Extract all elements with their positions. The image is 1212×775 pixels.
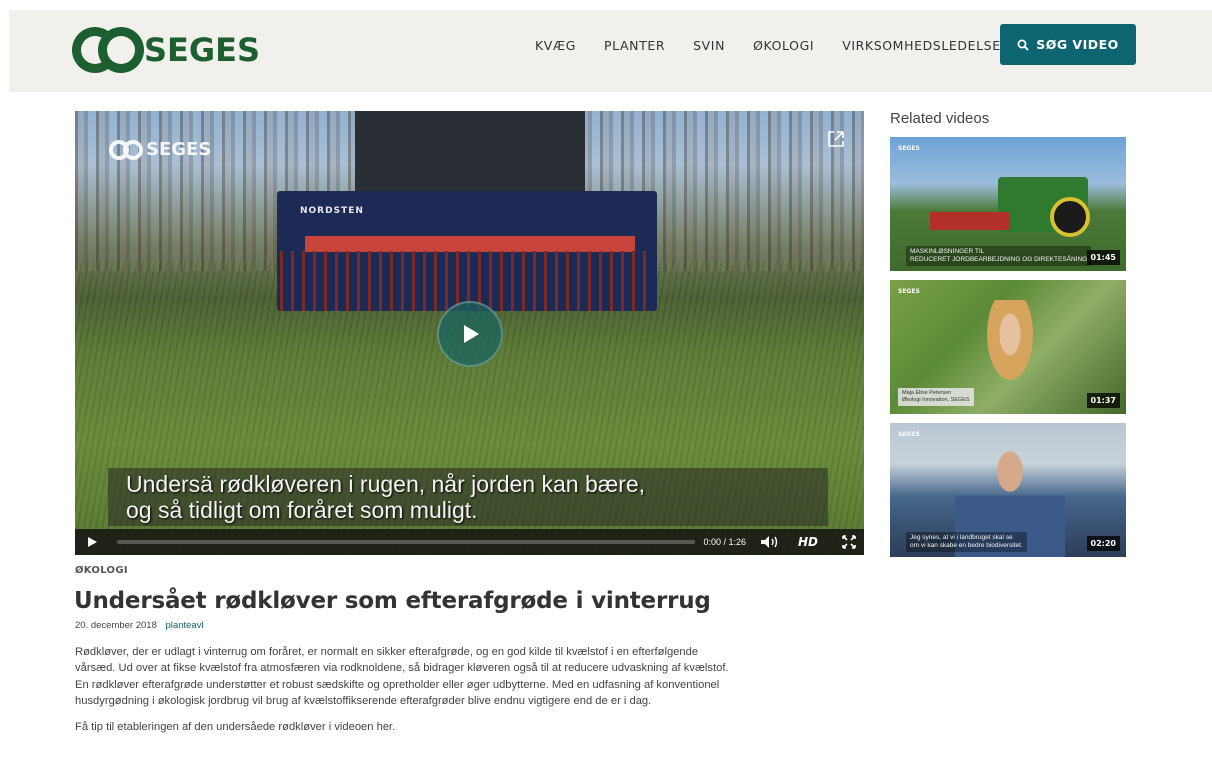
- article-paragraph-3: Få tip til etableringen af den undersåed…: [75, 721, 396, 734]
- nav-item-okologi[interactable]: ØKOLOGI: [753, 38, 814, 53]
- subtitle-line-1: Undersä rødkløveren i rugen, når jorden …: [126, 471, 646, 497]
- search-video-button[interactable]: SØG VIDEO: [1000, 24, 1136, 65]
- related-video-card[interactable]: SEGES Maja Eline Petersen Økologi Innova…: [890, 280, 1126, 414]
- thumbnail-caption: MASKINLØSNINGER TIL REDUCERET JORDBEARBE…: [906, 246, 1092, 266]
- progress-bar[interactable]: [117, 540, 696, 544]
- search-video-label: SØG VIDEO: [1036, 37, 1119, 52]
- main-nav: KVÆG PLANTER SVIN ØKOLOGI VIRKSOMHEDSLED…: [535, 38, 1029, 53]
- video-frame-tractor-cab: [355, 111, 585, 191]
- subtitle-line-2: og så tidligt om foråret som muligt.: [126, 497, 478, 523]
- control-play-button[interactable]: [75, 529, 109, 555]
- article-tag-link[interactable]: planteavl: [166, 620, 204, 631]
- article-paragraph-1: Rødkløver, der er udlagt i vinterrug om …: [75, 646, 729, 675]
- video-duration: 01:37: [1086, 393, 1120, 408]
- related-videos-heading: Related videos: [890, 110, 990, 127]
- thumbnail-logo: SEGES: [898, 288, 920, 295]
- thumbnail-caption: Jeg synes, at vi i landbruget skal se om…: [906, 532, 1027, 552]
- thumbnail-logo: SEGES: [898, 145, 920, 152]
- video-duration: 01:45: [1086, 250, 1120, 265]
- related-video-card[interactable]: SEGES Jeg synes, at vi i landbruget skal…: [890, 423, 1126, 557]
- volume-icon: [760, 536, 778, 548]
- logo-text: SEGES: [144, 31, 261, 69]
- play-button[interactable]: [437, 301, 503, 367]
- volume-button[interactable]: [760, 535, 790, 549]
- machine-label: NORDSTEN: [300, 206, 364, 216]
- article-title: Undersået rødkløver som efterafgrøde i v…: [74, 588, 711, 614]
- nav-item-virksomhedsledelse[interactable]: VIRKSOMHEDSLEDELSE: [842, 38, 1001, 53]
- article-meta: 20. december 2018 planteavl: [75, 620, 204, 631]
- fullscreen-icon: [842, 535, 856, 549]
- article-paragraph-2: En rødkløver efterafgrøde understøtter e…: [75, 678, 720, 707]
- site-header: SEGES KVÆG PLANTER SVIN ØKOLOGI VIRKSOMH…: [9, 10, 1212, 92]
- article-date: 20. december 2018: [75, 620, 157, 631]
- play-icon: [88, 537, 97, 547]
- video-duration: 02:20: [1086, 536, 1120, 551]
- related-video-card[interactable]: SEGES MASKINLØSNINGER TIL REDUCERET JORD…: [890, 137, 1126, 271]
- time-display: 0:00 / 1:26: [703, 537, 746, 547]
- play-icon: [464, 325, 479, 343]
- nav-item-planter[interactable]: PLANTER: [604, 38, 665, 53]
- thumbnail-logo: SEGES: [898, 431, 920, 438]
- fullscreen-button[interactable]: [834, 535, 864, 549]
- logo-rings-icon: [72, 27, 144, 73]
- article-category[interactable]: ØKOLOGI: [75, 565, 128, 576]
- video-subtitles: Undersä rødkløveren i rugen, når jorden …: [108, 468, 828, 526]
- hd-toggle[interactable]: HD: [798, 535, 818, 549]
- search-icon: [1017, 39, 1029, 51]
- watermark-text: SEGES: [146, 139, 212, 160]
- share-icon[interactable]: [826, 129, 846, 154]
- thumbnail-caption: Maja Eline Petersen Økologi Innovation, …: [898, 388, 974, 406]
- article-body: Rødkløver, der er udlagt i vinterrug om …: [75, 644, 735, 735]
- video-controls: 0:00 / 1:26 HD: [75, 529, 864, 555]
- video-player[interactable]: NORDSTEN SEGES Undersä rødkløveren i rug…: [75, 111, 864, 555]
- seges-logo[interactable]: SEGES: [72, 27, 260, 73]
- nav-item-svin[interactable]: SVIN: [693, 38, 725, 53]
- nav-item-kvaeg[interactable]: KVÆG: [535, 38, 576, 53]
- video-watermark: SEGES: [109, 139, 211, 160]
